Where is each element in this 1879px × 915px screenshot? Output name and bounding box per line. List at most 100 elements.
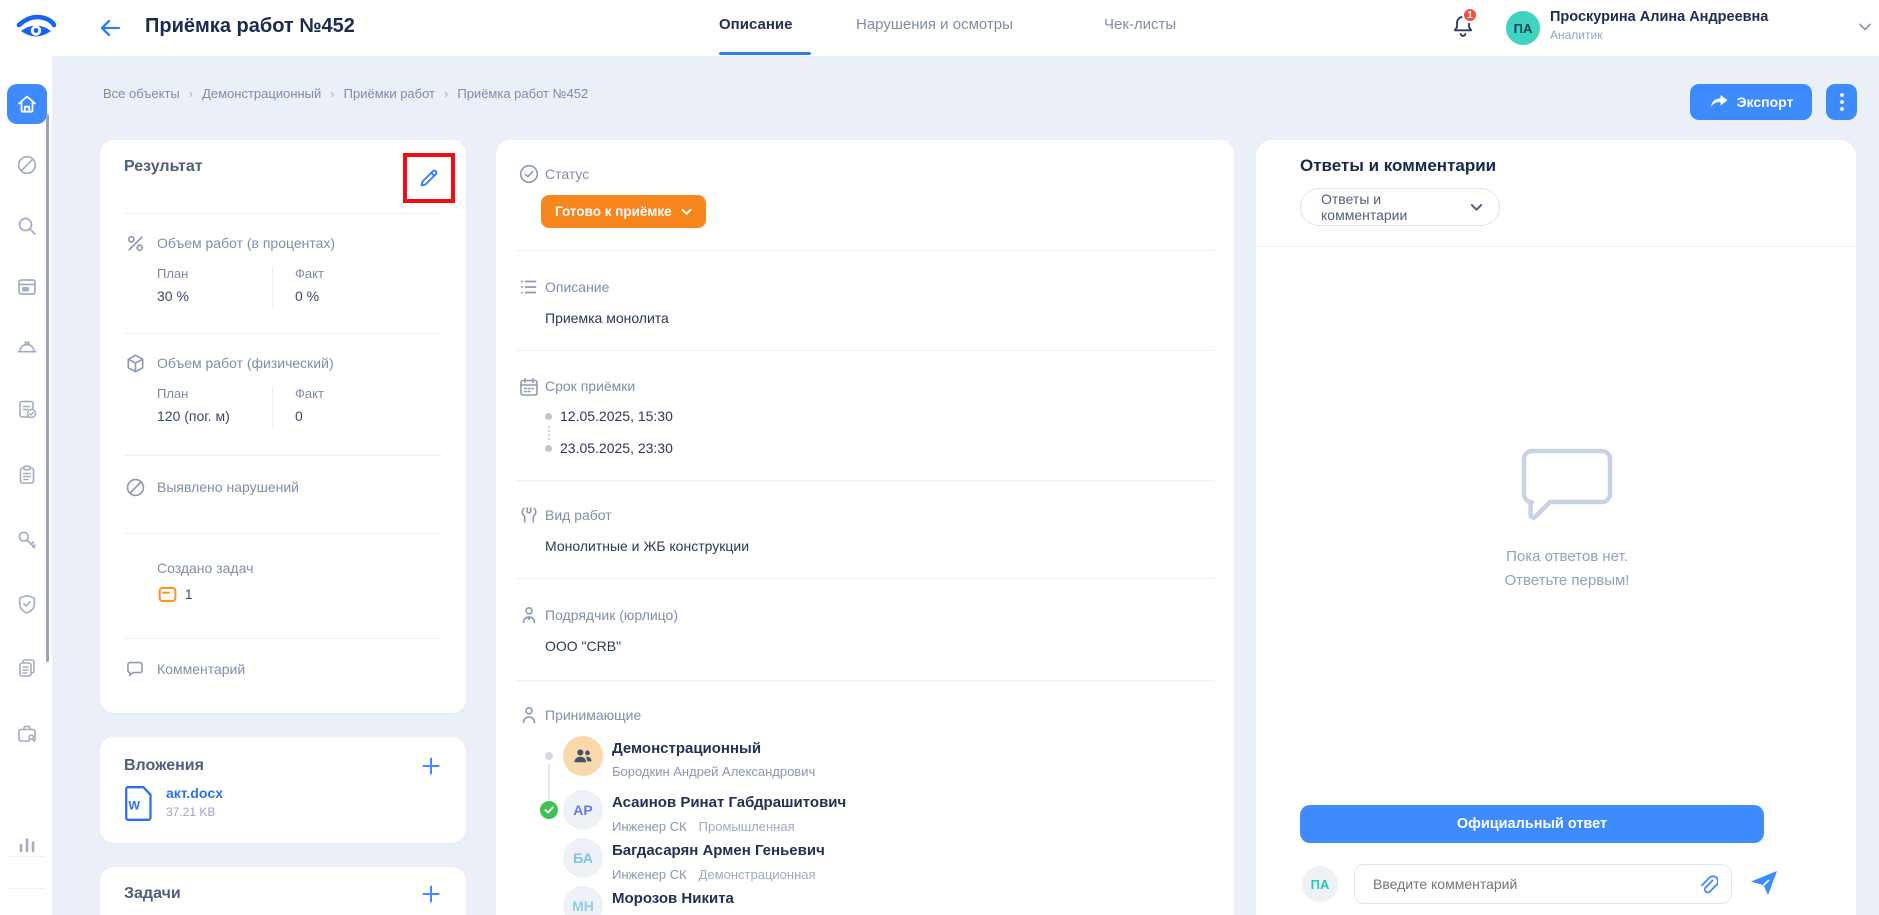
acceptor-group-avatar: [563, 736, 603, 776]
comment-input[interactable]: [1354, 864, 1732, 904]
empty-state: Пока ответов нет. Ответьте первым!: [1367, 446, 1767, 589]
contractor-person-icon: [518, 604, 540, 626]
fact-value: 0: [295, 408, 303, 424]
comments-panel: Ответы и комментарии Ответы и комментари…: [1256, 140, 1856, 915]
export-button-label: Экспорт: [1737, 94, 1794, 110]
sidebar-item-acceptance-clipboard-icon[interactable]: [7, 389, 47, 429]
plan-label: План: [157, 266, 188, 281]
divider: [124, 333, 442, 334]
timeline-dotted-line: [548, 426, 550, 440]
back-arrow-icon[interactable]: [98, 17, 122, 39]
acceptors-label: Принимающие: [545, 707, 641, 723]
export-button[interactable]: Экспорт: [1690, 84, 1812, 120]
attachment-file-row[interactable]: W акт.docx 37.21 KB: [124, 785, 223, 822]
comment-user-avatar: ПА: [1302, 866, 1338, 902]
volume-percent-label: Объем работ (в процентах): [157, 235, 335, 251]
sidebar-item-search-icon[interactable]: [7, 206, 47, 246]
contractor-value: ООО "CRB": [545, 638, 621, 654]
divider: [124, 213, 442, 214]
divider: [124, 455, 442, 456]
official-reply-label: Официальный ответ: [1457, 816, 1607, 832]
notification-badge: 1: [1462, 7, 1478, 23]
sidebar-item-staff-case-icon[interactable]: [7, 714, 47, 754]
tasks-card: Задачи: [100, 867, 466, 915]
acceptor-position: Инженер СК: [612, 867, 687, 882]
tab-description[interactable]: Описание: [719, 16, 792, 33]
divider: [516, 480, 1214, 481]
acceptor-avatar: АР: [563, 790, 603, 830]
attachment-file-size: 37.21 KB: [166, 805, 223, 819]
filter-chevron-down-icon: [1470, 203, 1483, 212]
official-reply-button[interactable]: Официальный ответ: [1300, 805, 1764, 843]
accepted-check-icon: [540, 801, 558, 819]
notifications-bell-icon[interactable]: 1: [1450, 12, 1480, 44]
acceptor-avatar: МН: [563, 886, 603, 915]
acceptor-position-row: Инженер СК Демонстрационная: [612, 866, 816, 884]
deadline-to: 23.05.2025, 23:30: [560, 440, 673, 456]
acceptor-name: Морозов Никита: [612, 890, 734, 907]
status-value: Готово к приёмке: [555, 204, 672, 219]
user-menu-chevron-icon[interactable]: [1858, 22, 1872, 32]
left-sidebar: [0, 56, 53, 915]
tasks-created-count[interactable]: 1: [185, 587, 193, 602]
attachment-file-name: акт.docx: [166, 785, 223, 801]
sidebar-item-desk-icon[interactable]: [7, 267, 47, 307]
timeline-dot: [545, 413, 552, 420]
edit-pencil-icon[interactable]: [418, 167, 440, 189]
sidebar-divider: [8, 888, 45, 889]
fact-value: 0 %: [295, 288, 319, 304]
sidebar-item-keys-icon[interactable]: [7, 520, 47, 560]
user-role: Аналитик: [1550, 28, 1602, 42]
sidebar-item-shield-check-icon[interactable]: [7, 584, 47, 624]
empty-state-subtitle: Ответьте первым!: [1367, 572, 1767, 589]
kebab-icon: [1839, 92, 1845, 112]
user-avatar[interactable]: ПА: [1506, 11, 1540, 45]
page-title: Приёмка работ №452: [145, 15, 355, 38]
tasks-created-label: Создано задач: [157, 560, 253, 576]
add-task-plus-icon[interactable]: [420, 883, 442, 905]
attachments-card-title: Вложения: [124, 757, 204, 775]
sidebar-item-tasks-clipboard-icon[interactable]: [7, 455, 47, 495]
send-comment-icon[interactable]: [1748, 868, 1780, 898]
comment-input-wrap: [1354, 864, 1732, 904]
acceptor-position-row: Инженер СКПромышленная: [612, 818, 795, 836]
acceptor-position: Инженер СК: [612, 819, 687, 834]
description-value: Приемка монолита: [545, 310, 669, 326]
app-screen: Приёмка работ №452 Описание Нарушения и …: [0, 0, 1879, 915]
breadcrumb-separator: ›: [330, 86, 334, 101]
status-circle-check-icon: [518, 163, 540, 185]
app-logo-eye-icon[interactable]: [16, 14, 56, 42]
sidebar-item-documents-icon[interactable]: [7, 648, 47, 688]
status-label: Статус: [545, 166, 589, 182]
sidebar-item-violations-icon[interactable]: [7, 145, 47, 185]
breadcrumb-item[interactable]: Приёмки работ: [344, 86, 435, 101]
sidebar-scrollbar[interactable]: [46, 114, 49, 662]
tab-checklists[interactable]: Чек-листы: [1104, 16, 1176, 33]
divider: [516, 350, 1214, 351]
more-actions-kebab-button[interactable]: [1826, 84, 1857, 120]
sidebar-item-builder-helmet-icon[interactable]: [7, 328, 47, 368]
plan-value: 30 %: [157, 288, 189, 304]
attach-paperclip-icon[interactable]: [1698, 873, 1718, 895]
status-dropdown-button[interactable]: Готово к приёмке: [541, 195, 706, 228]
work-type-label: Вид работ: [545, 507, 612, 523]
word-file-icon: W: [124, 785, 154, 822]
sidebar-item-home-icon[interactable]: [7, 84, 47, 124]
breadcrumb-item[interactable]: Все объекты: [103, 86, 180, 101]
sidebar-item-analytics-chart-icon[interactable]: [7, 824, 47, 864]
comments-filter-dropdown[interactable]: Ответы и комментарии: [1300, 188, 1500, 226]
work-type-value: Монолитные и ЖБ конструкции: [545, 538, 749, 554]
divider: [1256, 246, 1856, 247]
acceptor-org: Демонстрационная: [699, 867, 816, 882]
top-header: Приёмка работ №452 Описание Нарушения и …: [0, 0, 1879, 56]
tab-violations-inspections[interactable]: Нарушения и осмотры: [856, 16, 1013, 33]
breadcrumb-item-current: Приёмка работ №452: [457, 86, 588, 101]
empty-state-title: Пока ответов нет.: [1367, 548, 1767, 565]
task-orange-icon[interactable]: [157, 584, 178, 605]
acceptor-name: Асаинов Ринат Габдрашитович: [612, 794, 846, 811]
breadcrumb-item[interactable]: Демонстрационный: [202, 86, 321, 101]
volume-physical-label: Объем работ (физический): [157, 355, 334, 371]
sidebar-item-more-partial-icon[interactable]: [7, 902, 47, 915]
add-attachment-plus-icon[interactable]: [420, 755, 442, 777]
fact-label: Факт: [295, 266, 324, 281]
